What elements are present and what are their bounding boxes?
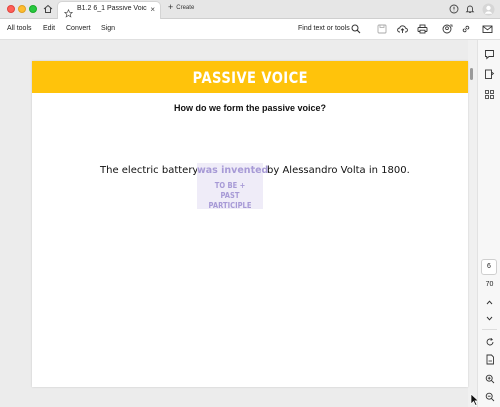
sentence-subject: The electric battery: [100, 165, 199, 176]
verb-note-line1: TO BE +: [214, 181, 246, 190]
title-banner: PASSIVE VOICE: [32, 61, 468, 93]
zoom-window-button[interactable]: [29, 5, 37, 13]
chevron-down-icon[interactable]: [483, 312, 496, 325]
sidebar-divider: [482, 329, 497, 330]
zoom-in-icon[interactable]: [483, 372, 496, 385]
chevron-up-icon[interactable]: [483, 296, 496, 309]
create-label: Create: [176, 4, 195, 11]
home-icon[interactable]: [41, 2, 55, 16]
bell-icon[interactable]: [463, 2, 477, 16]
current-page-input[interactable]: 6: [481, 259, 497, 275]
search-icon[interactable]: [350, 23, 362, 35]
plus-icon: +: [168, 2, 174, 12]
verb-phrase: was invented: [197, 165, 269, 176]
comment-icon[interactable]: [483, 48, 496, 61]
refresh-icon[interactable]: [483, 335, 496, 348]
menu-all-tools[interactable]: All tools: [7, 25, 32, 32]
mail-icon[interactable]: [481, 23, 493, 35]
link-icon[interactable]: [460, 23, 472, 35]
page-question: How do we form the passive voice?: [173, 103, 327, 113]
share-user-icon[interactable]: [441, 23, 453, 35]
verb-highlight: was invented TO BE + PAST PARTICIPLE: [197, 163, 269, 211]
document-viewport[interactable]: PASSIVE VOICE How do we form the passive…: [0, 40, 468, 407]
close-window-button[interactable]: [7, 5, 15, 13]
main-toolbar: All tools Edit Convert Sign Find text or…: [0, 19, 500, 40]
verb-note-line2: PAST PARTICIPLE: [208, 191, 252, 210]
help-icon[interactable]: [447, 2, 461, 16]
vertical-scrollbar[interactable]: [470, 68, 473, 80]
right-sidebar: 6 70: [477, 40, 500, 407]
zoom-out-icon[interactable]: [483, 390, 496, 403]
total-pages: 70: [485, 281, 494, 288]
menu-edit[interactable]: Edit: [43, 25, 55, 32]
sentence-agent: by Alessandro Volta in 1800.: [267, 165, 410, 176]
page-fit-icon[interactable]: [483, 353, 496, 366]
close-tab-icon[interactable]: ×: [150, 5, 155, 15]
menu-convert[interactable]: Convert: [66, 25, 91, 32]
find-text-button[interactable]: Find text or tools: [298, 25, 350, 32]
banner-title: PASSIVE VOICE: [192, 67, 308, 87]
avatar[interactable]: [481, 2, 495, 16]
pdf-page: PASSIVE VOICE How do we form the passive…: [32, 61, 468, 387]
menu-sign[interactable]: Sign: [101, 25, 115, 32]
title-bar: B1.2 6_1 Passive Voice_... × + Create: [0, 0, 500, 19]
page-thumbnails-icon[interactable]: [483, 88, 496, 101]
verb-note: TO BE + PAST PARTICIPLE: [200, 181, 259, 211]
mouse-cursor-icon: [470, 393, 480, 407]
save-icon[interactable]: [376, 23, 388, 35]
bookmark-icon[interactable]: [483, 68, 496, 81]
minimize-window-button[interactable]: [18, 5, 26, 13]
print-icon[interactable]: [416, 23, 428, 35]
cloud-upload-icon[interactable]: [396, 23, 408, 35]
create-tab-button[interactable]: + Create: [168, 3, 194, 12]
tab-title: B1.2 6_1 Passive Voice_...: [77, 5, 147, 12]
document-tab[interactable]: B1.2 6_1 Passive Voice_... ×: [57, 1, 161, 19]
